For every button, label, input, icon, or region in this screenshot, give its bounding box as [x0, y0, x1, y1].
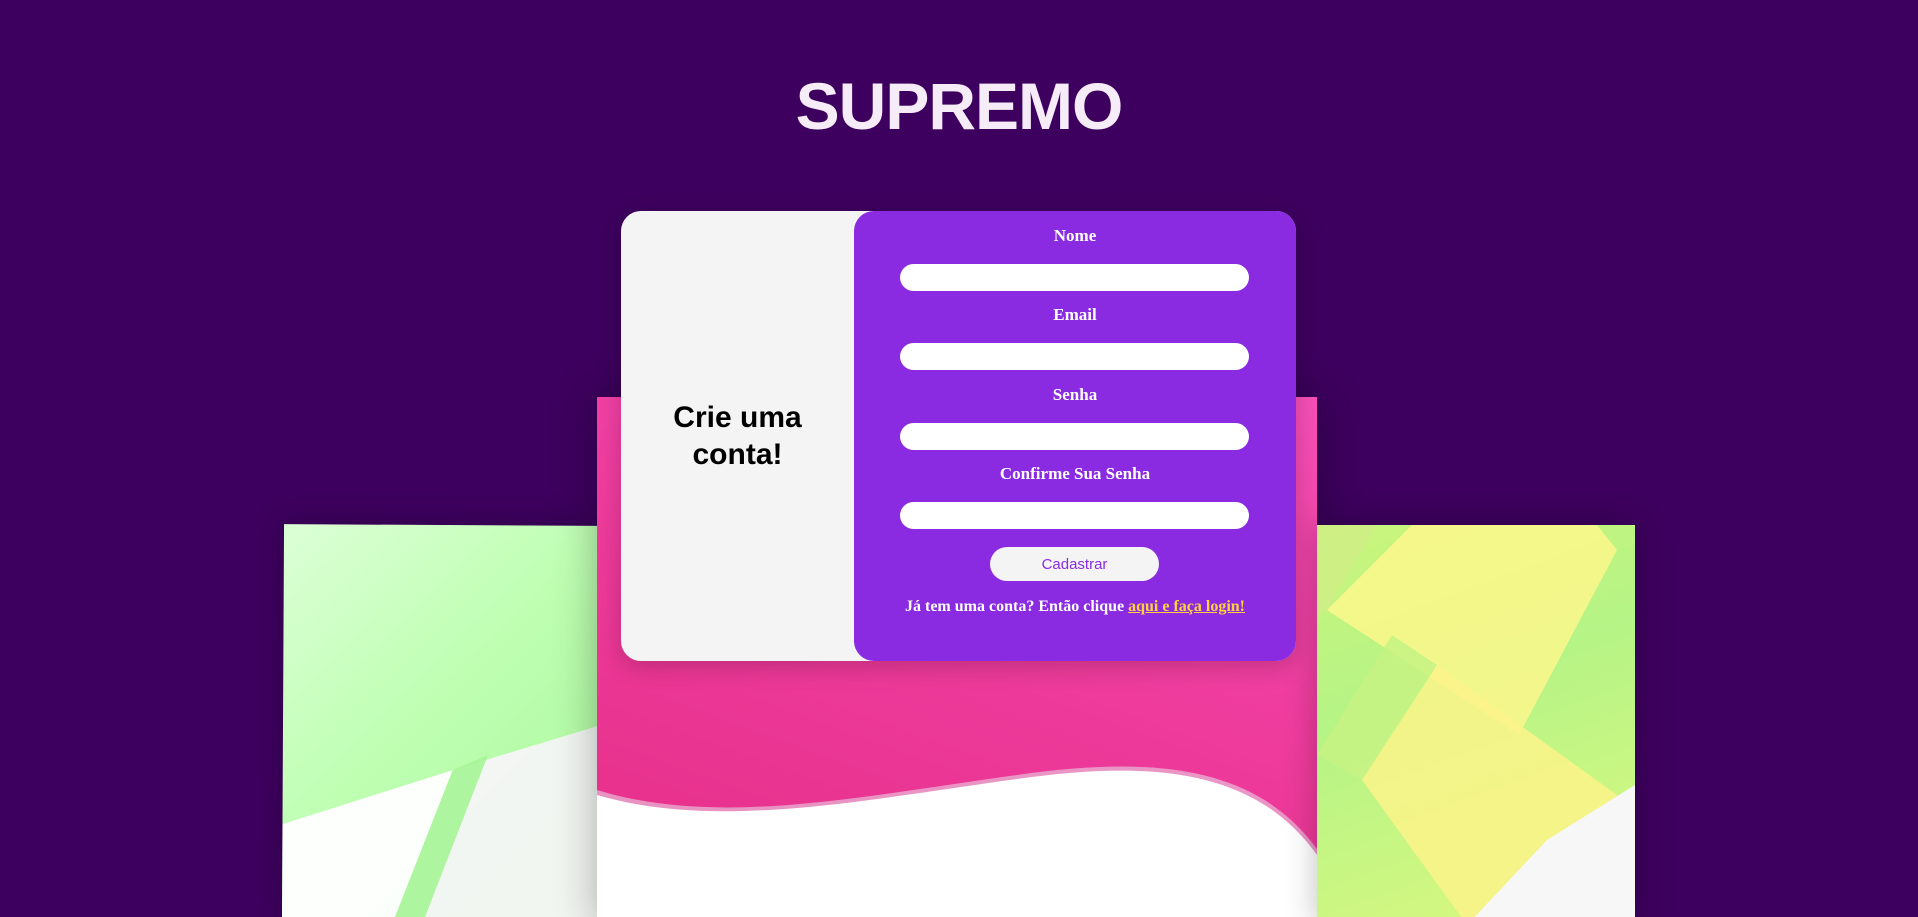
signup-form: Nome Email Senha Confirme Sua Senha Cada… [854, 211, 1296, 661]
confirm-password-label: Confirme Sua Senha [999, 464, 1151, 483]
email-label: Email [1053, 305, 1097, 324]
email-input[interactable] [900, 343, 1249, 370]
card-intro-panel: Crie uma conta! [621, 211, 854, 661]
password-label: Senha [1052, 385, 1098, 404]
card-heading: Crie uma conta! [673, 401, 802, 471]
password-input[interactable] [900, 423, 1249, 450]
site-title: SUPREMO [795, 69, 1124, 143]
background-art-left [281, 524, 600, 917]
background-art-left-shapes [281, 725, 598, 917]
login-link[interactable]: aqui e faça login! [1128, 598, 1245, 615]
background-art-right [1317, 525, 1635, 917]
login-prompt: Já tem uma conta? Então clique aqui e fa… [854, 598, 1296, 616]
name-label: Nome [1053, 226, 1097, 245]
confirm-password-input[interactable] [900, 502, 1249, 529]
name-input[interactable] [900, 264, 1249, 291]
signup-card: Crie uma conta! Nome Email Senha Confirm… [621, 211, 1296, 661]
register-button[interactable]: Cadastrar [990, 547, 1159, 581]
page: SUPREMO Crie uma conta! Nome Email Senha… [0, 0, 1918, 917]
login-prompt-text: Já tem uma conta? Então clique [905, 598, 1129, 615]
background-art-right-shapes [1317, 525, 1635, 917]
